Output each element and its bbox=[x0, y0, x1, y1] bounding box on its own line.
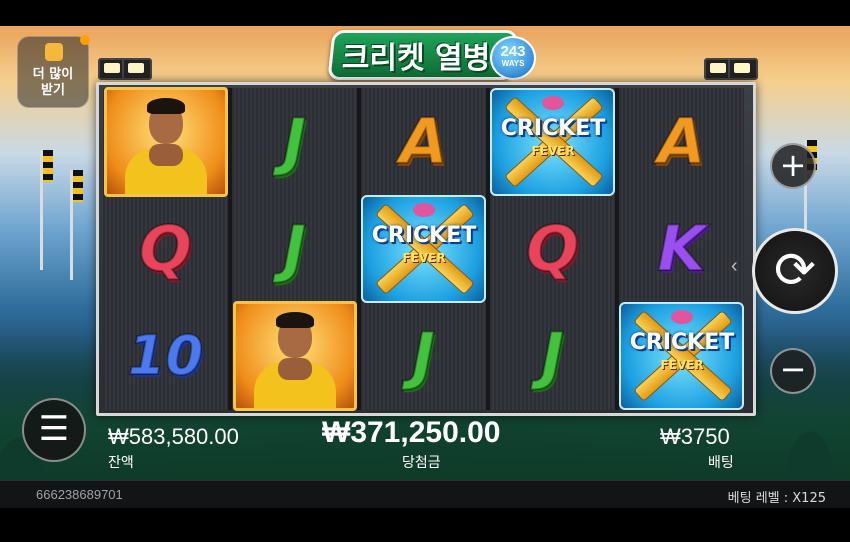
plus-icon: + bbox=[779, 146, 807, 184]
floodlight-icon bbox=[728, 58, 758, 80]
card-symbol-j: J bbox=[282, 104, 307, 179]
top-black-bar bbox=[0, 0, 850, 26]
minus-icon: − bbox=[779, 350, 807, 388]
flag-icon bbox=[43, 150, 53, 182]
bottom-black-bar bbox=[0, 508, 850, 542]
reel-2: JJ bbox=[232, 88, 357, 411]
reel-cell: 10 bbox=[103, 302, 228, 409]
reel-separator bbox=[228, 88, 232, 410]
reel-cell: J bbox=[361, 302, 486, 409]
portrait-part bbox=[148, 143, 183, 166]
footer-bar: 666238689701 베팅 레벨 : X125 bbox=[0, 480, 850, 509]
cricket-fever-wild-symbol: CRICKET FEVER bbox=[619, 301, 744, 410]
wild-word: CRICKET bbox=[629, 329, 735, 355]
portrait-part bbox=[277, 357, 312, 380]
card-symbol-q: Q bbox=[525, 211, 580, 286]
cricket-fever-wild-symbol: CRICKET FEVER bbox=[490, 87, 615, 196]
bet-decrease-button[interactable]: − bbox=[770, 348, 816, 394]
cricket-ball-icon bbox=[542, 95, 564, 110]
ways-badge: 243 WAYS bbox=[490, 36, 536, 80]
bet-label: 배팅 bbox=[708, 455, 734, 471]
wild-word: CRICKET bbox=[500, 115, 606, 141]
notification-dot bbox=[80, 35, 90, 45]
balance-value: ₩583,580.00 bbox=[108, 424, 239, 449]
reel-cell: K bbox=[619, 195, 744, 302]
wild-word: CRICKET bbox=[371, 222, 477, 248]
reel-cell: Q bbox=[103, 195, 228, 302]
reel-cell: CRICKET FEVER bbox=[490, 87, 615, 196]
reel-cell: Q bbox=[490, 195, 615, 302]
balance-label: 잔액 bbox=[108, 455, 134, 471]
reel-cell: J bbox=[490, 302, 615, 409]
reel-cell: CRICKET FEVER bbox=[361, 194, 486, 303]
game-logo-text: 크리켓 열병 bbox=[341, 41, 491, 76]
spin-icon: ⟳ bbox=[774, 241, 816, 299]
reel-grid: Q 10 J J A CRICKET FEVER J CRICKET FEVER Q J A K CRICK… bbox=[96, 82, 756, 416]
menu-button[interactable]: ☰ bbox=[22, 398, 86, 462]
round-id: 666238689701 bbox=[36, 487, 123, 502]
card-symbol-q: Q bbox=[138, 211, 193, 286]
card-symbol-a: A bbox=[399, 104, 449, 179]
win-value: ₩371,250.00 bbox=[322, 416, 501, 449]
collapse-arrow-icon[interactable]: ‹ bbox=[731, 255, 738, 278]
gift-icon bbox=[45, 43, 63, 61]
reel-cell bbox=[103, 86, 228, 197]
wild-subword: FEVER bbox=[660, 357, 704, 372]
flag-icon bbox=[73, 170, 83, 202]
cricketer-portrait-symbol bbox=[103, 86, 228, 197]
get-more-button[interactable]: 더 많이 받기 bbox=[17, 35, 90, 108]
reel-cell: A bbox=[361, 88, 486, 195]
wild-subword: FEVER bbox=[402, 250, 446, 265]
cricket-ball-icon bbox=[671, 309, 693, 324]
bet-value: ₩3750 bbox=[660, 424, 730, 449]
reel-5: A K CRICKET FEVER bbox=[619, 88, 744, 410]
hamburger-icon: ☰ bbox=[38, 409, 70, 449]
card-symbol-j: J bbox=[282, 211, 307, 286]
bet-level-value: X125 bbox=[792, 491, 826, 506]
reel-3: A CRICKET FEVER J bbox=[361, 88, 486, 410]
reel-cell: A bbox=[619, 88, 744, 195]
bet-level-label: 베팅 레벨 bbox=[727, 491, 780, 506]
card-symbol-a: A bbox=[657, 104, 707, 179]
reel-cell: J bbox=[232, 195, 357, 302]
win-label: 당첨금 bbox=[402, 455, 441, 471]
ways-label: WAYS bbox=[501, 59, 525, 68]
reel-4: CRICKET FEVER Q J bbox=[490, 87, 615, 410]
card-symbol-10: 10 bbox=[127, 323, 204, 388]
card-symbol-j: J bbox=[540, 318, 565, 393]
wild-subword: FEVER bbox=[531, 143, 575, 158]
reel-cell: J bbox=[232, 88, 357, 195]
cricket-fever-wild-symbol: CRICKET FEVER bbox=[361, 194, 486, 303]
reel-1: Q 10 bbox=[103, 86, 228, 410]
reel-separator bbox=[486, 88, 490, 410]
bet-level: 베팅 레벨 : X125 bbox=[727, 491, 826, 506]
cricketer-portrait-symbol bbox=[232, 300, 357, 411]
reel-cell bbox=[232, 300, 357, 411]
bet-increase-button[interactable]: + bbox=[770, 143, 816, 189]
portrait-part bbox=[146, 97, 185, 114]
portrait-part bbox=[275, 311, 314, 328]
card-symbol-k: K bbox=[656, 211, 706, 286]
cricket-ball-icon bbox=[413, 202, 435, 217]
spin-button[interactable]: ⟳ bbox=[752, 228, 838, 314]
reel-separator bbox=[357, 88, 361, 410]
floodlight-icon bbox=[122, 58, 152, 80]
card-symbol-j: J bbox=[411, 318, 436, 393]
reel-cell: CRICKET FEVER bbox=[619, 301, 744, 410]
get-more-label: 더 많이 받기 bbox=[32, 67, 74, 98]
ways-count: 243 bbox=[500, 43, 526, 60]
reel-separator bbox=[615, 88, 619, 410]
